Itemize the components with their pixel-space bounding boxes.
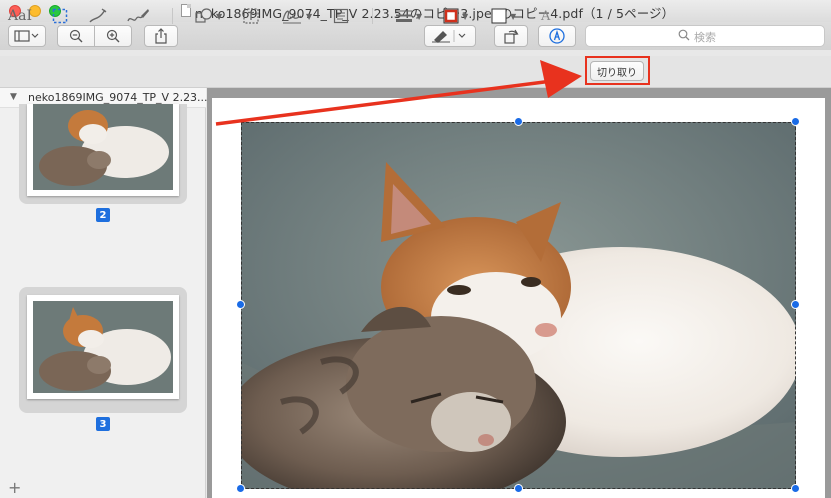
shapes-tool[interactable]: ▼ [195,6,222,26]
rectangular-selection-tool[interactable] [52,6,68,26]
thumbnail-page [27,295,179,399]
line-style-tool[interactable]: ▼ [395,6,422,26]
text-tool-label: AaI [8,8,32,24]
rectangular-selection-icon [52,8,68,24]
fill-color-tool[interactable]: ▼ [491,6,516,26]
sidebar-document-name: neko1869IMG_9074_TP_V 2.23.... [28,91,212,104]
draw-icon [127,9,149,22]
zoom-out-button[interactable] [57,25,95,47]
toolbar-divider [172,8,173,24]
selection-handle[interactable] [791,484,800,493]
crop-highlight-box [585,56,650,85]
draw-tool[interactable] [126,6,150,26]
selection-handle[interactable] [236,484,245,493]
thumbnail-frame[interactable] [19,104,187,204]
chevron-down-icon: ▼ [306,11,313,21]
search-input[interactable]: 検索 [585,25,825,47]
sidebar-view-button[interactable] [8,25,46,47]
markup-pen-icon [549,28,565,44]
text-style-tool[interactable]: A [541,6,550,26]
markup-toolbar-button[interactable] [538,25,576,47]
title-chevron-icon[interactable]: ⌄ [653,2,661,13]
line-style-icon [396,10,412,22]
selection-handle[interactable] [236,300,245,309]
selection-handle[interactable] [791,300,800,309]
toolbar-divider [372,8,373,24]
border-color-icon [443,8,459,24]
chevron-down-icon: ▼ [216,11,223,21]
text-box-tool[interactable] [243,6,259,26]
thumbnail-image [33,104,173,190]
chevron-down-icon: ▼ [416,11,423,21]
highlighter-icon [432,30,466,43]
note-icon [333,8,349,24]
signature-icon [282,10,302,24]
zoom-in-button[interactable] [94,25,132,47]
selection-handle[interactable] [791,117,800,126]
border-color-tool[interactable]: ▼ [443,6,468,26]
text-box-icon [243,8,259,24]
selection-rectangle[interactable] [241,122,796,489]
text-style-icon: A [541,8,551,24]
rotate-icon [504,29,519,44]
selection-handle[interactable] [514,484,523,493]
shapes-icon [195,8,213,23]
chevron-down-icon: ▼ [462,11,469,21]
search-icon [678,29,690,41]
thumbnail-sidebar: ▼ neko1869IMG_9074_TP_V 2.23.... 2 3 [0,88,211,498]
sketch-icon [89,8,107,23]
page-number-badge: 3 [96,417,110,431]
add-page-button[interactable]: + [8,478,21,497]
text-selection-tool[interactable]: AaI [8,6,32,26]
markup-toolbar [0,56,831,88]
window-title: neko1869IMG_9074_TP_V 2.23.54のコピー3.jpegの… [195,6,675,21]
document-icon [181,4,191,17]
rotate-button[interactable] [494,25,528,47]
chevron-down-icon: ▼ [510,11,517,21]
zoom-out-icon [69,29,83,43]
fill-color-icon [491,8,507,24]
page-number-badge: 2 [96,208,110,222]
search-placeholder: 検索 [694,31,716,44]
thumbnail-page [27,104,179,196]
sketch-tool[interactable] [88,6,108,26]
thumbnail-frame[interactable] [19,287,187,413]
selection-handle[interactable] [514,117,523,126]
share-button[interactable] [144,25,178,47]
zoom-in-icon [106,29,120,43]
signature-tool[interactable]: ▼ [281,6,312,26]
disclosure-triangle-icon[interactable]: ▼ [10,92,17,102]
notes-tool[interactable] [333,6,349,26]
share-icon [155,28,167,44]
highlight-button[interactable] [424,25,476,47]
thumbnail-image [33,301,173,393]
sidebar-icon [14,30,39,42]
